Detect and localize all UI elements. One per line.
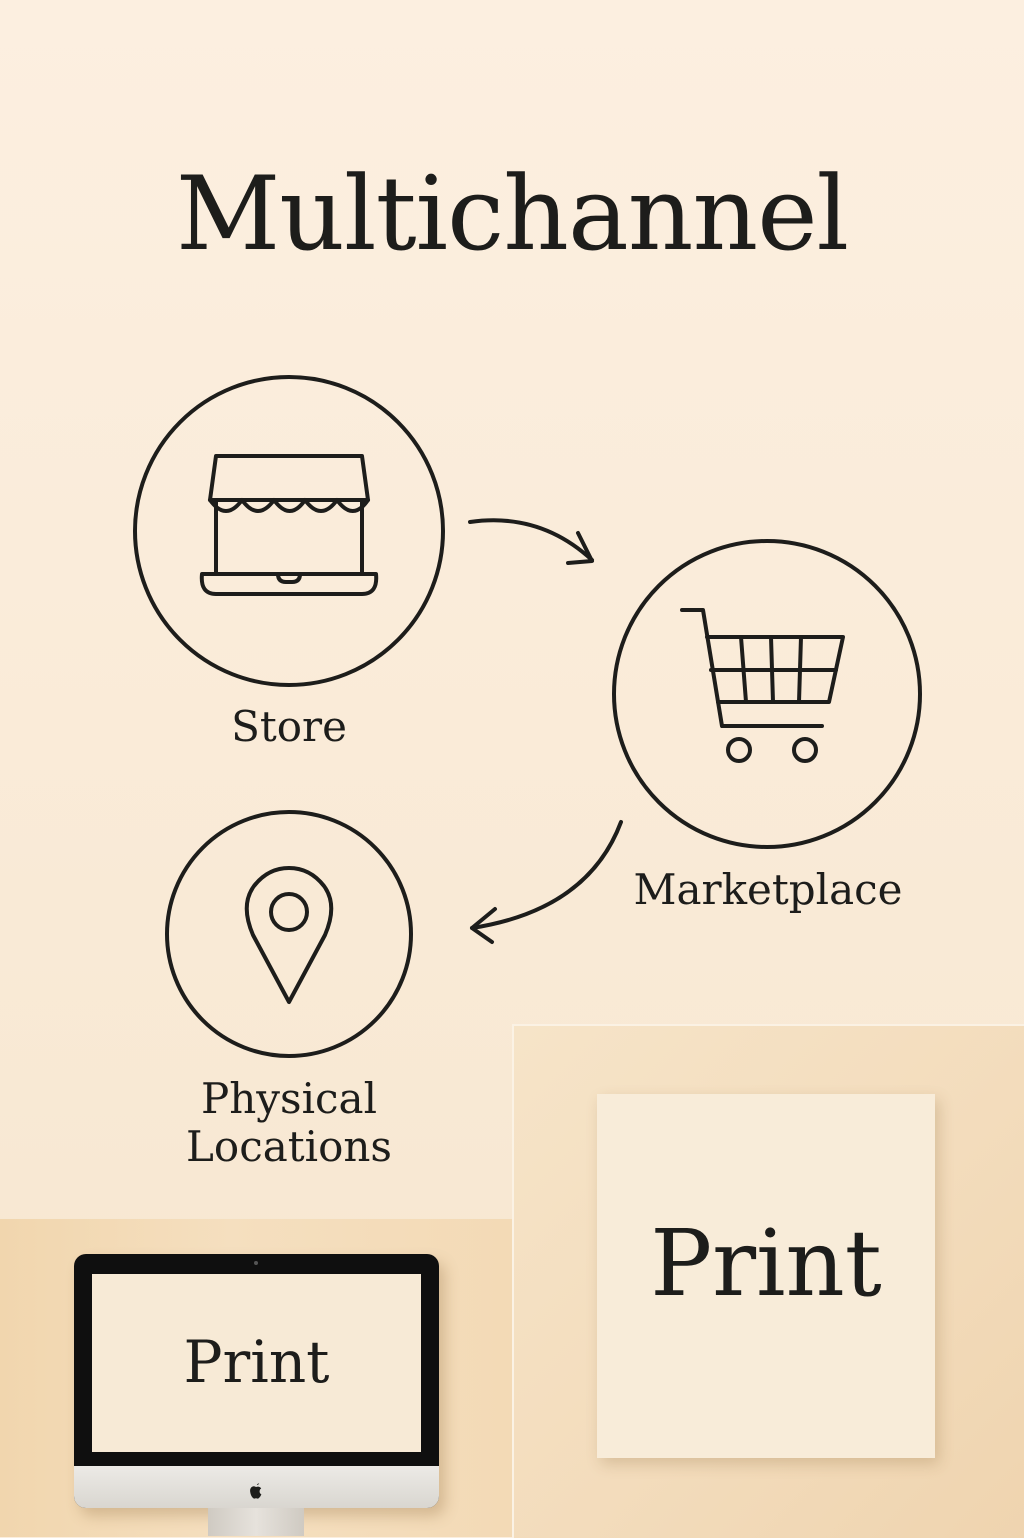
store-label: Store xyxy=(231,702,347,751)
desktop-monitor: Print xyxy=(74,1254,439,1508)
arrow-store-to-marketplace xyxy=(468,518,594,565)
print-card-text: Print xyxy=(650,1210,882,1317)
apple-logo-icon xyxy=(250,1483,262,1499)
storefront-laptop-icon xyxy=(199,454,379,596)
physical-locations-label: Physical Locations xyxy=(169,1075,409,1171)
physical-locations-label-line1: Physical xyxy=(200,1074,378,1123)
monitor-screen: Print xyxy=(92,1274,421,1452)
monitor-stand xyxy=(208,1508,304,1536)
store-circle xyxy=(133,375,445,687)
physical-circle xyxy=(165,810,413,1058)
print-card: Print xyxy=(597,1094,935,1458)
marketplace-label: Marketplace xyxy=(633,865,903,914)
map-pin-icon xyxy=(244,866,334,1004)
physical-locations-node xyxy=(165,810,413,1058)
camera-dot xyxy=(254,1261,258,1265)
physical-locations-label-line2: Locations xyxy=(186,1122,392,1171)
marketplace-node xyxy=(612,539,922,849)
store-node xyxy=(133,375,445,687)
marketplace-circle xyxy=(612,539,922,849)
monitor-print-text: Print xyxy=(183,1328,330,1396)
shopping-cart-icon xyxy=(680,608,845,763)
arrow-marketplace-to-physical xyxy=(470,820,623,944)
